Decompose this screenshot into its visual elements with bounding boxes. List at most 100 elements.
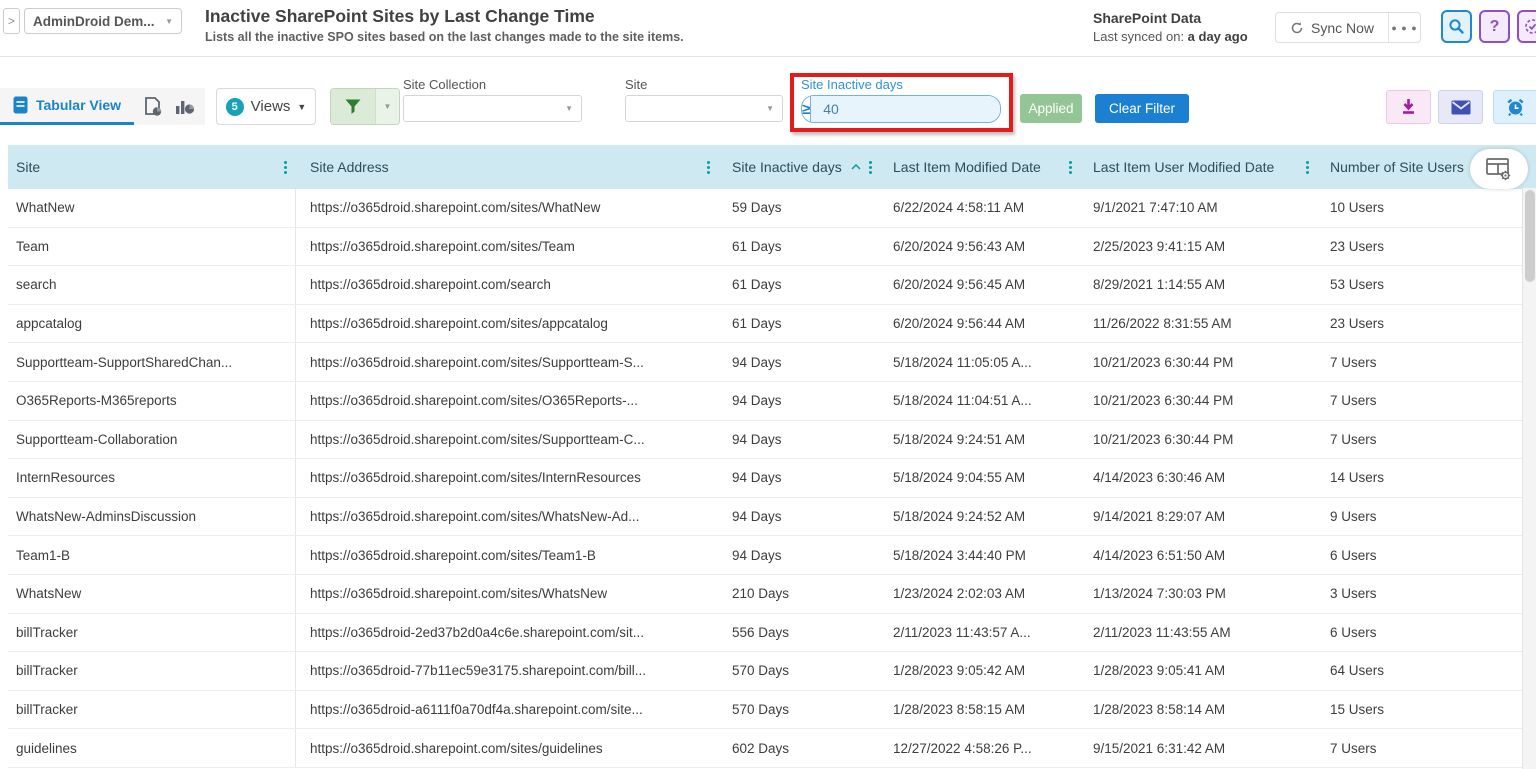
download-icon — [1400, 98, 1417, 116]
cell-last-user-modified: 9/1/2021 7:47:10 AM — [1081, 189, 1318, 227]
table-row[interactable]: Team https://o365droid.sharepoint.com/si… — [8, 228, 1536, 267]
column-header-site-address[interactable]: Site Address — [296, 145, 719, 189]
report-table: Site Site Address Site Inactive days Las… — [8, 145, 1536, 769]
site-inactive-days-filter: ≥ — [801, 95, 1001, 123]
cell-user-count: 53 Users — [1318, 266, 1536, 304]
table-row[interactable]: Supportteam-Collaboration https://o365dr… — [8, 421, 1536, 460]
column-menu-icon[interactable] — [1303, 158, 1312, 177]
site-inactive-days-input[interactable] — [811, 96, 1001, 122]
cell-last-user-modified: 1/28/2023 8:58:14 AM — [1081, 691, 1318, 729]
organization-dropdown[interactable]: AdminDroid Dem... ▼ — [24, 8, 182, 34]
cell-site: Supportteam-SupportSharedChan... — [8, 343, 296, 381]
column-settings-button[interactable] — [1470, 149, 1528, 189]
chart-view-button[interactable] — [172, 88, 198, 125]
table-row[interactable]: billTracker https://o365droid-a6111f0a70… — [8, 691, 1536, 730]
chevron-down-icon: ▼ — [766, 104, 774, 113]
views-dropdown[interactable]: 5 Views ▼ — [216, 88, 316, 125]
cell-user-count: 64 Users — [1318, 652, 1536, 690]
sync-button-group: Sync Now ● ● ● — [1275, 12, 1421, 43]
clear-filter-button[interactable]: Clear Filter — [1095, 94, 1189, 123]
cell-site-address: https://o365droid-a6111f0a70df4a.sharepo… — [296, 691, 719, 729]
cell-site: billTracker — [8, 652, 296, 690]
cell-site-address: https://o365droid.sharepoint.com/sites/S… — [296, 421, 719, 459]
sync-now-label: Sync Now — [1311, 20, 1374, 36]
vertical-scrollbar[interactable] — [1522, 188, 1536, 769]
table-row[interactable]: WhatsNew https://o365droid.sharepoint.co… — [8, 575, 1536, 614]
cell-inactive-days: 61 Days — [719, 305, 881, 343]
table-row[interactable]: WhatsNew-AdminsDiscussion https://o365dr… — [8, 498, 1536, 537]
cell-site: billTracker — [8, 614, 296, 652]
cell-inactive-days: 570 Days — [719, 691, 881, 729]
column-menu-icon[interactable] — [281, 158, 290, 177]
chevron-right-icon: > — [8, 14, 15, 28]
site-select[interactable]: ▼ — [625, 95, 783, 122]
views-label: Views — [251, 98, 291, 115]
cell-inactive-days: 59 Days — [719, 189, 881, 227]
cell-last-modified: 6/20/2024 9:56:43 AM — [881, 228, 1081, 266]
cell-inactive-days: 61 Days — [719, 228, 881, 266]
column-menu-icon[interactable] — [704, 158, 713, 177]
cell-inactive-days: 556 Days — [719, 614, 881, 652]
cell-last-user-modified: 10/21/2023 6:30:44 PM — [1081, 421, 1318, 459]
cell-last-modified: 2/11/2023 11:43:57 A... — [881, 614, 1081, 652]
tasks-button[interactable] — [1517, 10, 1536, 43]
column-menu-icon[interactable] — [1066, 158, 1075, 177]
table-body: WhatNew https://o365droid.sharepoint.com… — [8, 189, 1536, 768]
site-collection-label: Site Collection — [403, 77, 486, 92]
page-subtitle: Lists all the inactive SPO sites based o… — [205, 30, 684, 44]
table-row[interactable]: billTracker https://o365droid-77b11ec59e… — [8, 652, 1536, 691]
column-header-last-item-user-modified[interactable]: Last Item User Modified Date — [1081, 145, 1318, 189]
sync-more-button[interactable]: ● ● ● — [1388, 13, 1420, 42]
table-row[interactable]: O365Reports-M365reports https://o365droi… — [8, 382, 1536, 421]
cell-user-count: 7 Users — [1318, 343, 1536, 381]
cell-site: WhatsNew-AdminsDiscussion — [8, 498, 296, 536]
organization-label: AdminDroid Dem... — [33, 14, 155, 29]
cell-site: billTracker — [8, 691, 296, 729]
site-label: Site — [625, 77, 647, 92]
table-row[interactable]: Supportteam-SupportSharedChan... https:/… — [8, 343, 1536, 382]
cell-site-address: https://o365droid.sharepoint.com/sites/a… — [296, 305, 719, 343]
column-header-last-item-modified[interactable]: Last Item Modified Date — [881, 145, 1081, 189]
cell-last-modified: 5/18/2024 11:04:51 A... — [881, 382, 1081, 420]
download-button[interactable] — [1386, 90, 1431, 124]
chevron-down-icon: ▼ — [565, 104, 573, 113]
sync-now-button[interactable]: Sync Now — [1276, 13, 1388, 42]
site-collection-select[interactable]: ▼ — [403, 95, 582, 122]
column-header-site[interactable]: Site — [8, 145, 296, 189]
cell-last-user-modified: 4/14/2023 6:30:46 AM — [1081, 459, 1318, 497]
cell-site-address: https://o365droid.sharepoint.com/search — [296, 266, 719, 304]
funnel-icon — [345, 99, 361, 114]
cell-last-user-modified: 9/14/2021 8:29:07 AM — [1081, 498, 1318, 536]
column-menu-icon[interactable] — [866, 158, 875, 177]
table-row[interactable]: WhatNew https://o365droid.sharepoint.com… — [8, 189, 1536, 228]
column-header-site-inactive-days[interactable]: Site Inactive days — [719, 145, 881, 189]
table-row[interactable]: billTracker https://o365droid-2ed37b2d0a… — [8, 614, 1536, 653]
report-document-icon — [144, 97, 163, 117]
cell-site: WhatsNew — [8, 575, 296, 613]
greater-equal-operator-button[interactable]: ≥ — [802, 96, 811, 122]
filter-options-button[interactable]: ▼ — [375, 89, 399, 124]
table-row[interactable]: guidelines https://o365droid.sharepoint.… — [8, 729, 1536, 768]
envelope-icon — [1451, 100, 1471, 115]
collapse-sidebar-button[interactable]: > — [3, 8, 20, 34]
tab-tabular-view[interactable]: Tabular View — [0, 88, 134, 125]
filter-button[interactable] — [331, 89, 375, 124]
document-icon — [13, 96, 28, 114]
report-view-button[interactable] — [140, 88, 166, 125]
cell-last-user-modified: 2/11/2023 11:43:55 AM — [1081, 614, 1318, 652]
cell-site: guidelines — [8, 729, 296, 767]
cell-last-user-modified: 9/15/2021 6:31:42 AM — [1081, 729, 1318, 767]
table-row[interactable]: search https://o365droid.sharepoint.com/… — [8, 266, 1536, 305]
cell-last-user-modified: 1/28/2023 9:05:41 AM — [1081, 652, 1318, 690]
cell-site-address: https://o365droid.sharepoint.com/sites/T… — [296, 228, 719, 266]
table-row[interactable]: Team1-B https://o365droid.sharepoint.com… — [8, 536, 1536, 575]
table-row[interactable]: appcatalog https://o365droid.sharepoint.… — [8, 305, 1536, 344]
help-button[interactable]: ? — [1479, 10, 1510, 43]
cell-inactive-days: 94 Days — [719, 421, 881, 459]
search-button[interactable] — [1441, 10, 1472, 43]
email-button[interactable] — [1438, 90, 1483, 124]
table-row[interactable]: InternResources https://o365droid.sharep… — [8, 459, 1536, 498]
cell-last-user-modified: 10/21/2023 6:30:44 PM — [1081, 382, 1318, 420]
scrollbar-thumb[interactable] — [1525, 190, 1535, 282]
schedule-button[interactable] — [1493, 90, 1536, 124]
